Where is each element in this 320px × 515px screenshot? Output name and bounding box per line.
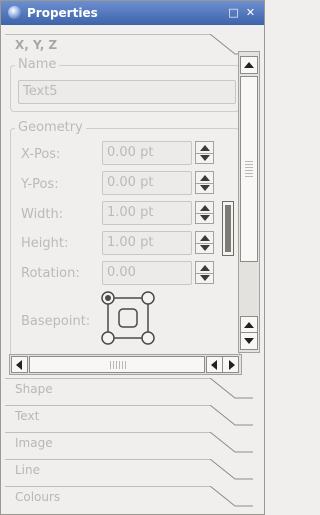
properties-window: Properties □ ✕ X, Y, Z Name Text5 Geomet…	[0, 0, 265, 515]
height-label: Height:	[21, 236, 69, 251]
ypos-field[interactable]: 0.00 pt	[102, 171, 192, 195]
width-spinner[interactable]	[195, 201, 214, 224]
tab-xyz[interactable]: X, Y, Z	[5, 34, 253, 55]
window-title: Properties	[27, 6, 98, 20]
xpos-spinner[interactable]	[195, 141, 214, 164]
tab-text[interactable]: Text	[5, 405, 253, 426]
chain-link-icon[interactable]	[222, 201, 234, 256]
vertical-scroll-thumb[interactable]	[240, 76, 258, 262]
tab-line[interactable]: Line	[5, 459, 253, 480]
width-field[interactable]: 1.00 pt	[102, 201, 192, 225]
tab-colours[interactable]: Colours	[5, 486, 253, 507]
tab-line-outline	[5, 459, 253, 480]
tab-image-label: Image	[15, 436, 53, 450]
horizontal-thumb-grip	[108, 361, 126, 369]
scroll-up-button[interactable]	[240, 56, 258, 74]
xpos-label: X-Pos:	[21, 147, 61, 162]
rotation-spinner[interactable]	[195, 261, 214, 284]
properties-app-icon	[8, 6, 21, 19]
scroll-left-button[interactable]	[11, 356, 28, 373]
tab-line-label: Line	[15, 463, 41, 477]
vertical-scrollbar[interactable]	[238, 51, 260, 353]
tab-shape[interactable]: Shape	[5, 378, 253, 399]
basepoint-selector-icon[interactable]	[101, 291, 157, 347]
width-label: Width:	[21, 207, 64, 222]
rotation-label: Rotation:	[21, 266, 80, 281]
height-spinner[interactable]	[195, 231, 214, 254]
tab-text-outline	[5, 405, 253, 426]
basepoint-label: Basepoint:	[21, 314, 91, 329]
horizontal-scrollbar[interactable]	[9, 354, 242, 375]
scroll-down-button[interactable]	[240, 332, 258, 350]
ypos-spinner[interactable]	[195, 171, 214, 194]
height-field[interactable]: 1.00 pt	[102, 231, 192, 255]
close-icon[interactable]: ✕	[245, 7, 256, 18]
horizontal-scroll-thumb[interactable]	[29, 356, 205, 373]
xpos-field[interactable]: 0.00 pt	[102, 141, 192, 165]
scroll-right-button[interactable]	[222, 356, 239, 373]
tab-image[interactable]: Image	[5, 432, 253, 453]
tab-shape-label: Shape	[15, 382, 53, 396]
tab-text-label: Text	[15, 409, 40, 423]
chain-link-bar	[225, 205, 231, 252]
vertical-thumb-grip	[245, 159, 253, 179]
rotation-field[interactable]: 0.00	[102, 261, 192, 285]
tab-colours-label: Colours	[15, 490, 61, 504]
ypos-label: Y-Pos:	[21, 177, 59, 192]
minimize-icon[interactable]: □	[228, 7, 239, 18]
geometry-group-title: Geometry	[15, 120, 86, 135]
name-group-title: Name	[15, 57, 60, 72]
name-field[interactable]: Text5	[18, 80, 236, 104]
tab-xyz-label: X, Y, Z	[15, 38, 58, 52]
title-bar[interactable]: Properties □ ✕	[1, 1, 264, 25]
scroll-left-button-right[interactable]	[206, 356, 223, 373]
